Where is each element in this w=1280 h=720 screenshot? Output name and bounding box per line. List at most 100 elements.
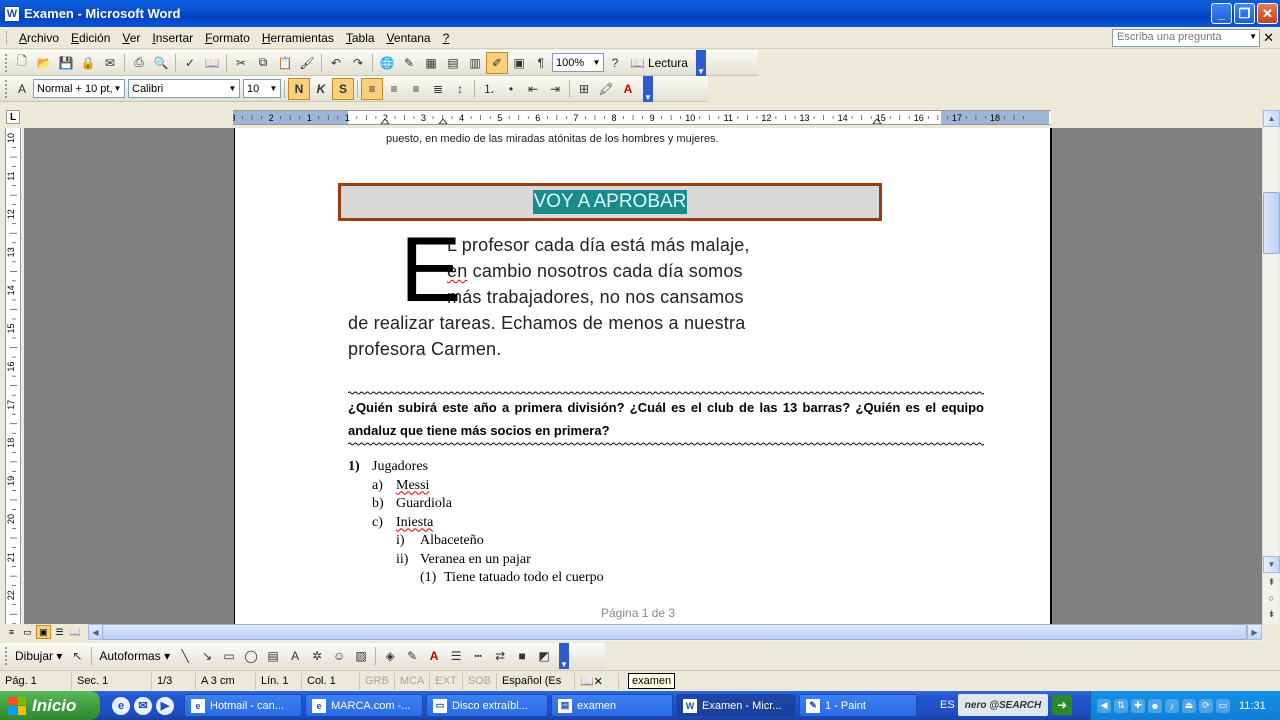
print-icon[interactable]: ⎙ xyxy=(128,52,150,74)
toolbar-options-icon[interactable]: ▼ xyxy=(695,49,706,76)
diagram-icon[interactable]: ✲ xyxy=(306,645,328,667)
menu-grip[interactable] xyxy=(6,30,9,45)
menu-insertar[interactable]: Insertar xyxy=(146,31,199,45)
next-page-icon[interactable]: ⇟ xyxy=(1263,607,1280,621)
scroll-down-icon[interactable]: ▼ xyxy=(1263,556,1280,573)
draw-menu-button[interactable]: Dibujar ▾ xyxy=(11,649,66,663)
chevron-down-icon[interactable]: ▼ xyxy=(1249,32,1257,41)
vertical-ruler[interactable]: 10 11 12 13 14 15 16 17 18 19 20 21 22 xyxy=(5,128,21,624)
ask-question-input[interactable]: Escriba una pregunta ▼ xyxy=(1112,29,1260,47)
underline-button[interactable]: S xyxy=(332,77,354,100)
insert-excel-icon[interactable]: ▤ xyxy=(442,52,464,74)
fill-color-icon[interactable]: ◈ xyxy=(379,645,401,667)
messenger-icon[interactable]: ☻ xyxy=(1148,698,1162,713)
oval-tool-icon[interactable]: ◯ xyxy=(240,645,262,667)
scroll-left-icon[interactable]: ◀ xyxy=(88,624,103,640)
dash-style-icon[interactable]: ┅ xyxy=(467,645,489,667)
task-examen-folder[interactable]: ▤ examen xyxy=(551,694,673,717)
line-color-icon[interactable]: ✎ xyxy=(401,645,423,667)
task-hotmail[interactable]: e Hotmail - can... xyxy=(184,694,302,717)
help-icon[interactable]: ? xyxy=(604,52,626,74)
align-left-icon[interactable]: ≡ xyxy=(361,77,383,100)
align-right-icon[interactable]: ≡ xyxy=(405,78,427,100)
wordart-icon[interactable]: A xyxy=(284,645,306,667)
minimize-button[interactable]: _ xyxy=(1211,3,1232,24)
chevron-down-icon[interactable]: ▼ xyxy=(268,81,279,96)
close-document-icon[interactable]: ✕ xyxy=(1263,30,1274,46)
document-area[interactable]: puesto, en medio de las miradas atónitas… xyxy=(24,128,1262,624)
status-rec[interactable]: GRB xyxy=(360,672,395,690)
drawing-icon[interactable]: ✐ xyxy=(486,51,508,74)
copy-icon[interactable]: ⧉ xyxy=(252,52,274,74)
highlight-icon[interactable]: 🖍 xyxy=(595,78,617,100)
toolbar-grip[interactable] xyxy=(5,647,8,665)
style-select[interactable]: Normal + 10 pt, ▼ xyxy=(33,79,125,98)
horizontal-scrollbar[interactable]: ◀ ▶ xyxy=(88,624,1262,641)
chevron-down-icon[interactable]: ▼ xyxy=(591,55,602,70)
media-player-icon[interactable]: ▶ xyxy=(156,696,174,715)
go-arrow-icon[interactable]: ➜ xyxy=(1052,695,1072,715)
reading-layout-button[interactable]: 📖 Lectura xyxy=(626,56,692,70)
increase-indent-icon[interactable]: ⇥ xyxy=(544,78,566,100)
toolbar-options-icon[interactable]: ▼ xyxy=(559,643,570,669)
font-color-icon[interactable]: A xyxy=(617,78,639,100)
print-view-icon[interactable]: ▣ xyxy=(36,625,51,639)
outlook-icon[interactable]: ✉ xyxy=(134,696,152,715)
shadow-icon[interactable]: ■ xyxy=(511,645,533,667)
new-document-icon[interactable]: 🗋 xyxy=(11,52,33,74)
save-icon[interactable]: 💾 xyxy=(55,52,77,74)
decrease-indent-icon[interactable]: ⇤ xyxy=(522,78,544,100)
arrow-tool-icon[interactable]: ↘ xyxy=(196,645,218,667)
chevron-down-icon[interactable]: ▼ xyxy=(112,81,123,96)
undo-icon[interactable]: ↶ xyxy=(325,52,347,74)
paste-icon[interactable]: 📋 xyxy=(274,52,296,74)
normal-view-icon[interactable]: ≡ xyxy=(4,625,19,639)
browse-object-icon[interactable]: ○ xyxy=(1263,591,1280,605)
menu-herramientas[interactable]: Herramientas xyxy=(256,31,340,45)
close-button[interactable]: ✕ xyxy=(1257,3,1278,24)
first-line-indent-marker[interactable] xyxy=(438,118,448,124)
hscroll-thumb[interactable] xyxy=(102,624,1247,640)
tab-selector-icon[interactable]: L xyxy=(6,110,20,124)
previous-page-icon[interactable]: ⇞ xyxy=(1263,575,1280,589)
start-button[interactable]: Inicio xyxy=(0,691,100,720)
task-marca[interactable]: e MARCA.com -... xyxy=(305,694,423,717)
scroll-right-icon[interactable]: ▶ xyxy=(1247,624,1262,640)
web-view-icon[interactable]: ▭ xyxy=(20,625,35,639)
network-icon[interactable]: ⇅ xyxy=(1114,698,1128,713)
bold-button[interactable]: N xyxy=(288,77,310,100)
ie-icon[interactable]: e xyxy=(112,696,130,715)
horizontal-ruler[interactable]: 321123456789101112131415161718 xyxy=(233,110,1051,125)
tables-borders-icon[interactable]: ✎ xyxy=(398,52,420,74)
safe-removal-icon[interactable]: ⏏ xyxy=(1182,698,1196,713)
permission-icon[interactable]: 🔒 xyxy=(77,52,99,74)
clock[interactable]: 11:31 xyxy=(1239,700,1266,712)
font-select[interactable]: Calibri ▼ xyxy=(128,79,240,98)
show-hide-icon[interactable]: ¶ xyxy=(530,52,552,74)
language-indicator[interactable]: ES xyxy=(940,699,955,711)
hyperlink-icon[interactable]: 🌐 xyxy=(376,52,398,74)
bullets-icon[interactable]: • xyxy=(500,78,522,100)
task-disco[interactable]: ▭ Disco extraíbl... xyxy=(426,694,548,717)
nero-search-box[interactable]: nero @SEARCH xyxy=(958,694,1048,716)
document-page[interactable]: puesto, en medio de las miradas atónitas… xyxy=(234,128,1052,624)
autoshapes-menu-button[interactable]: Autoformas ▾ xyxy=(95,649,174,663)
line-style-icon[interactable]: ☰ xyxy=(445,645,467,667)
zoom-select[interactable]: 100% ▼ xyxy=(552,53,604,72)
format-painter-icon[interactable]: 🖌 xyxy=(296,52,318,74)
status-ext[interactable]: EXT xyxy=(430,672,463,690)
textbox-tool-icon[interactable]: ▤ xyxy=(262,645,284,667)
print-preview-icon[interactable]: 🔍 xyxy=(150,52,172,74)
line-tool-icon[interactable]: ╲ xyxy=(174,645,196,667)
rectangle-tool-icon[interactable]: ▭ xyxy=(218,645,240,667)
menu-formato[interactable]: Formato xyxy=(199,31,256,45)
menu-edicion[interactable]: Edición xyxy=(65,31,116,45)
toolbar-options-icon[interactable]: ▼ xyxy=(643,75,653,102)
reading-view-icon[interactable]: 📖 xyxy=(68,625,83,639)
chevron-down-icon[interactable]: ▼ xyxy=(227,81,238,96)
menu-ventana[interactable]: Ventana xyxy=(381,31,437,45)
menu-tabla[interactable]: Tabla xyxy=(340,31,381,45)
maximize-button[interactable]: ❐ xyxy=(1234,3,1255,24)
spelling-status-icon[interactable]: 📖✕ xyxy=(575,672,619,690)
back-arrow-icon[interactable]: ◀ xyxy=(1097,698,1111,713)
